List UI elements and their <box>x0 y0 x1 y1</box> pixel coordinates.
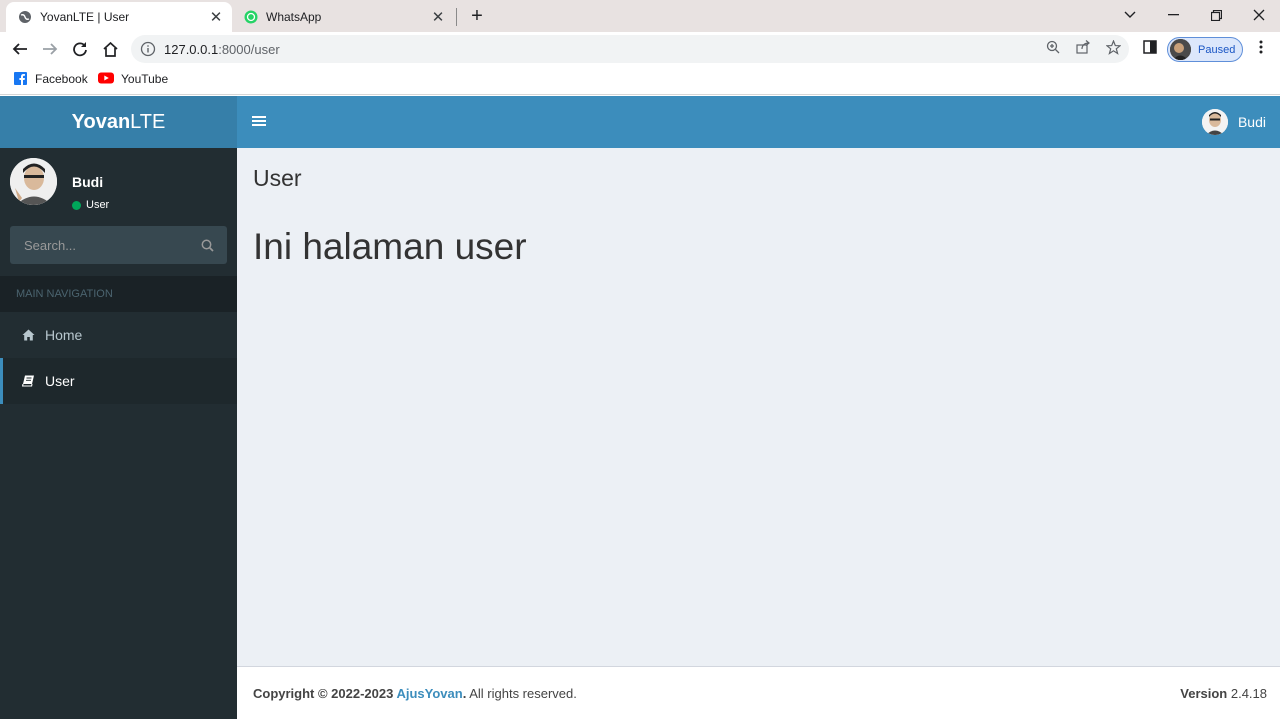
close-icon[interactable]: ✕ <box>206 7 226 27</box>
browser-toolbar: 127.0.0.1:8000/user Paused <box>0 32 1280 66</box>
bookmarks-bar: Facebook YouTube <box>0 66 1280 95</box>
bookmark-star-icon[interactable] <box>1104 38 1122 56</box>
browser-tabstrip: YovanLTE | User ✕ WhatsApp ✕ + <box>0 0 1280 32</box>
footer-version: Version 2.4.18 <box>1180 686 1267 701</box>
info-icon[interactable] <box>140 41 156 57</box>
globe-icon <box>18 10 32 24</box>
footer-copyright: Copyright © 2022-2023 AjusYovan. All rig… <box>253 686 577 701</box>
sidebar-item-label: User <box>45 373 75 389</box>
share-icon[interactable] <box>1074 38 1092 56</box>
tab-whatsapp[interactable]: WhatsApp ✕ <box>236 2 454 32</box>
minimize-icon[interactable] <box>1153 2 1193 28</box>
content-wrapper: User Ini halaman user <box>237 148 1280 666</box>
forward-arrow-icon[interactable] <box>37 36 63 62</box>
back-arrow-icon[interactable] <box>7 36 33 62</box>
version-value: 2.4.18 <box>1227 686 1267 701</box>
logo-light: LTE <box>130 110 166 133</box>
zoom-icon[interactable] <box>1044 38 1062 56</box>
sidebar-nav-header: MAIN NAVIGATION <box>0 276 237 312</box>
address-bar[interactable]: 127.0.0.1:8000/user <box>131 35 1129 63</box>
logo-bold: Yovan <box>71 110 131 133</box>
user-panel: Budi User <box>10 158 230 211</box>
kebab-menu-icon[interactable] <box>1252 38 1270 56</box>
tab-title: YovanLTE | User <box>40 10 130 24</box>
home-icon[interactable] <box>97 36 123 62</box>
restore-icon[interactable] <box>1196 2 1236 28</box>
copyright-suffix: All rights reserved. <box>466 686 577 701</box>
tab-yovanlte[interactable]: YovanLTE | User ✕ <box>6 2 232 32</box>
new-tab-plus-icon[interactable]: + <box>466 5 488 27</box>
avatar <box>1201 109 1228 135</box>
hamburger-menu-icon[interactable] <box>248 110 270 132</box>
copyright-prefix: Copyright © 2022-2023 <box>253 686 397 701</box>
tab-separator <box>456 8 457 26</box>
sidebar-item-home[interactable]: Home <box>0 312 237 358</box>
url-text: 127.0.0.1:8000/user <box>164 42 280 57</box>
url-path: :8000/user <box>218 41 280 57</box>
url-host: 127.0.0.1 <box>164 41 219 57</box>
search-input[interactable]: Search... <box>10 238 187 253</box>
online-dot-icon <box>72 200 81 210</box>
sidebar-item-user[interactable]: User <box>0 358 237 404</box>
author-link[interactable]: AjusYovan <box>396 686 462 701</box>
home-icon <box>21 328 35 342</box>
page-title: User <box>253 165 302 191</box>
bookmark-label: YouTube <box>121 72 169 86</box>
tab-title: WhatsApp <box>266 10 322 24</box>
window-close-icon[interactable] <box>1239 2 1279 28</box>
facebook-icon <box>14 72 28 86</box>
bookmark-youtube[interactable]: YouTube <box>98 72 168 86</box>
app-header: Yovan LTE Budi <box>0 96 1280 148</box>
youtube-icon <box>98 72 114 86</box>
main-footer: Copyright © 2022-2023 AjusYovan. All rig… <box>237 666 1280 719</box>
whatsapp-icon <box>244 10 258 24</box>
profile-status-label: Paused <box>1198 43 1236 56</box>
bookmark-label: Facebook <box>35 72 88 86</box>
version-label: Version <box>1180 686 1228 701</box>
reload-icon[interactable] <box>67 36 93 62</box>
app-logo[interactable]: Yovan LTE <box>0 96 237 148</box>
close-icon[interactable]: ✕ <box>428 7 448 27</box>
side-panel-icon[interactable] <box>1141 38 1159 56</box>
header-user-name: Budi <box>1237 114 1266 130</box>
page-heading: Ini halaman user <box>253 226 527 267</box>
status-badge: User <box>72 199 109 211</box>
search-icon[interactable] <box>187 226 227 264</box>
sidebar-item-label: Home <box>45 327 83 343</box>
sidebar-user-name: Budi <box>72 174 104 190</box>
book-icon <box>21 374 35 388</box>
header-user-menu[interactable]: Budi <box>1201 109 1266 135</box>
profile-avatar <box>1170 39 1191 60</box>
sidebar-search: Search... <box>10 226 227 264</box>
profile-button[interactable]: Paused <box>1167 37 1243 62</box>
avatar <box>10 158 57 205</box>
sidebar: Budi User Search... MAIN NAVIGATION Home… <box>0 148 237 719</box>
status-label: User <box>86 199 110 211</box>
bookmark-facebook[interactable]: Facebook <box>14 72 88 86</box>
tab-search-chevron-icon[interactable] <box>1110 2 1150 28</box>
